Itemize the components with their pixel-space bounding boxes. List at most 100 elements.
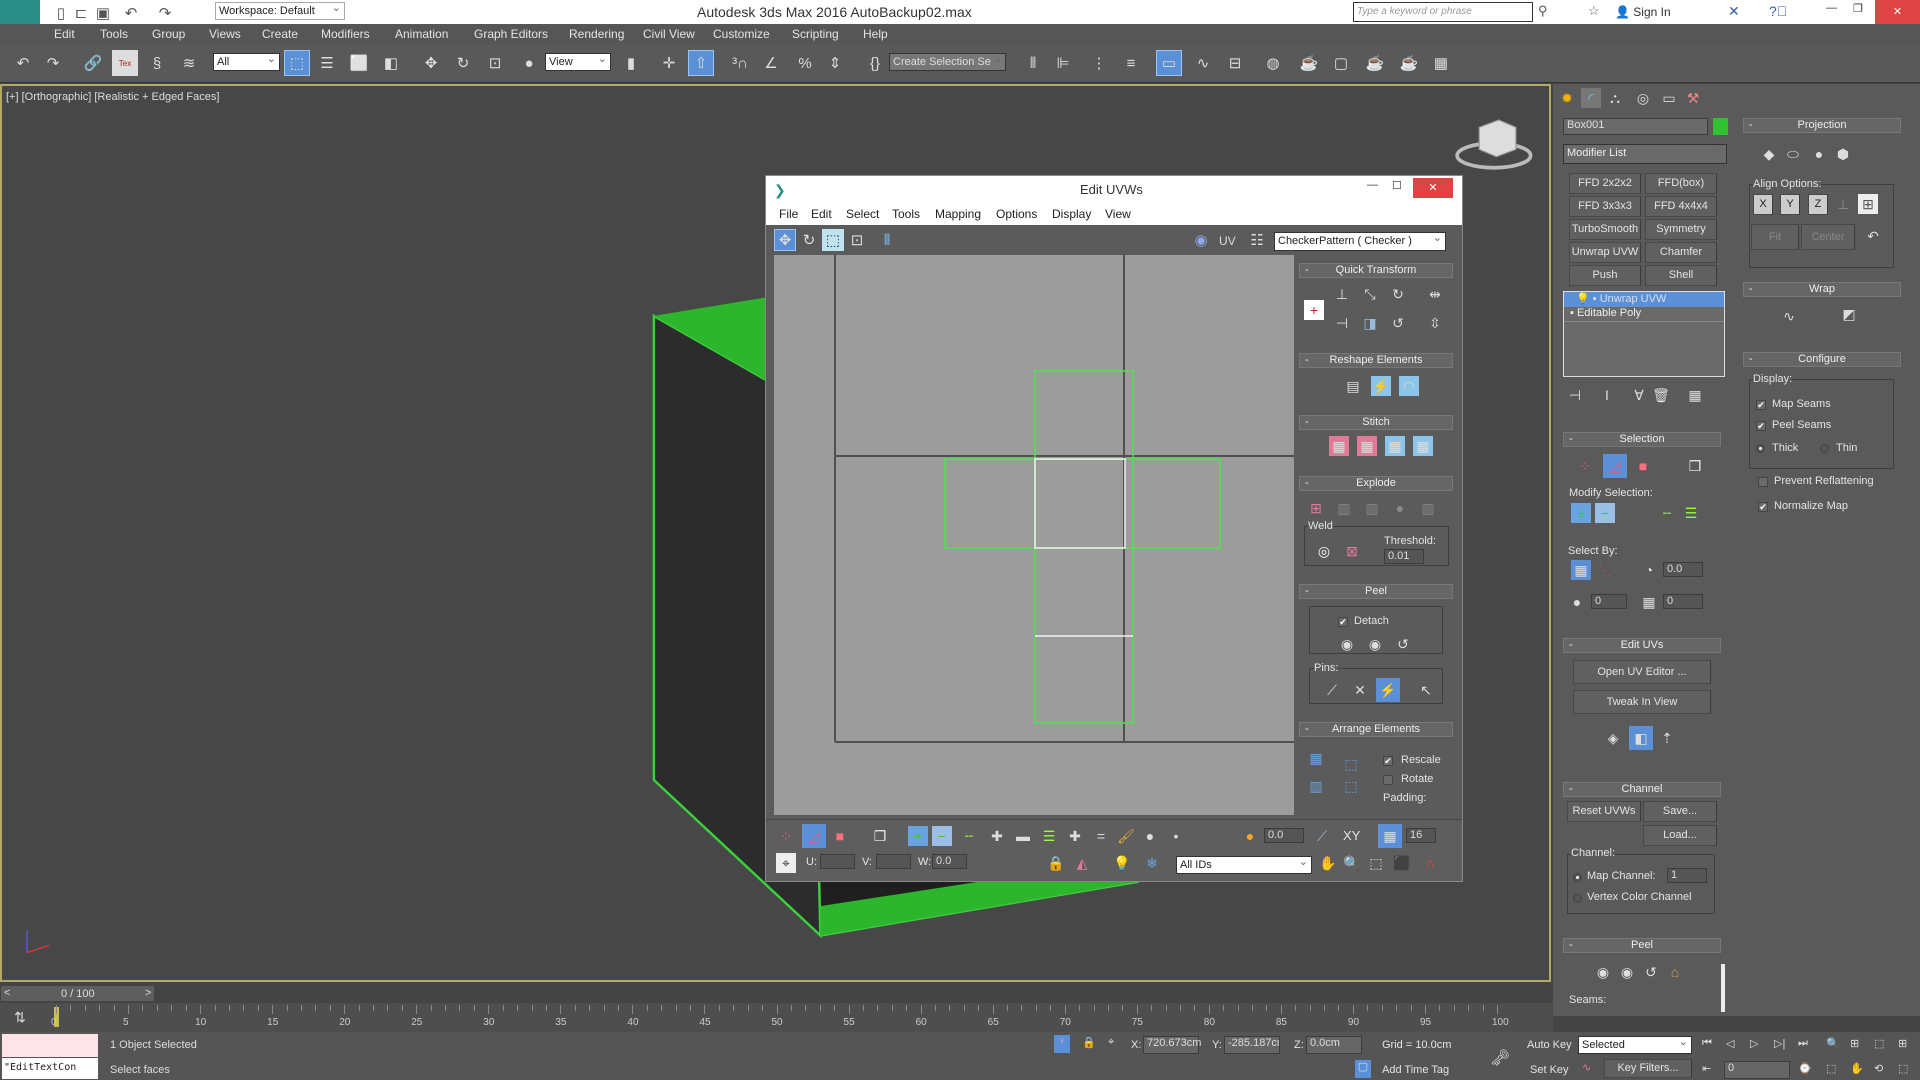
face-mode-icon[interactable]: ■ (1633, 456, 1653, 476)
zoom-extents-viewport-icon[interactable]: ⬚ (1874, 1037, 1884, 1050)
uv-ring-grow-icon[interactable]: ✚ (1065, 826, 1085, 846)
grow-selection-icon[interactable]: + (1571, 503, 1591, 523)
default-tangents-icon[interactable]: ∿ (1582, 1061, 1591, 1074)
peel-rollout-header[interactable]: Peel (1563, 938, 1721, 953)
object-name-field[interactable]: Box001 (1563, 118, 1708, 135)
show-map-icon[interactable]: ◉ (1190, 229, 1212, 251)
maxscript-listener-output[interactable] (2, 1034, 98, 1057)
texture-list-icon[interactable]: ☷ (1246, 229, 1268, 251)
space-vertical-icon[interactable]: ⇳ (1425, 313, 1445, 333)
uv-shell-horizontal-strip[interactable] (944, 458, 1221, 549)
uv-selected-face[interactable] (1034, 458, 1126, 549)
soft-selection-spinner[interactable]: 0.0 (1264, 828, 1304, 843)
previous-frame-icon[interactable]: ◁ (1726, 1037, 1734, 1050)
uv-menu-mapping[interactable]: Mapping (935, 207, 981, 221)
set-key-mode-icon[interactable]: 🗝 (1490, 1048, 1510, 1068)
reset-peel-icon[interactable]: ↺ (1641, 962, 1661, 982)
dlg-close-button[interactable]: ✕ (1413, 178, 1453, 198)
align-to-view-icon[interactable]: ⇡ (1657, 728, 1677, 748)
v-spinner[interactable] (876, 854, 911, 869)
planar-map-icon[interactable]: ◆ (1759, 144, 1779, 164)
unfold-strip-icon[interactable]: ◩ (1839, 304, 1859, 324)
orbit-icon[interactable]: ⟲ (1874, 1062, 1883, 1075)
absolute-mode-icon[interactable]: ⌖ (1108, 1036, 1114, 1049)
uv-rotate-icon[interactable]: ↻ (798, 229, 820, 251)
center-button[interactable]: Center (1801, 224, 1855, 250)
channel-rollout-header[interactable]: Channel (1563, 782, 1721, 797)
pack-recursive-icon[interactable]: ⬚ (1341, 776, 1361, 796)
pan-view-icon[interactable]: ✋ (1850, 1062, 1864, 1075)
push-button[interactable]: Push (1569, 265, 1641, 286)
align-x-button[interactable]: X (1753, 194, 1773, 215)
mini-curve-editor-icon[interactable]: ⇅ (10, 1007, 30, 1027)
material-id-spinner[interactable]: 0 (1663, 594, 1703, 609)
u-spinner[interactable] (820, 854, 855, 869)
make-unique-icon[interactable]: ∀ (1629, 385, 1649, 405)
uv-shrink-icon[interactable]: − (932, 826, 952, 846)
peel-mode-uv-icon[interactable]: ◉ (1365, 634, 1385, 654)
chamfer-button[interactable]: Chamfer (1645, 242, 1717, 263)
straighten-icon[interactable]: ◨ (1360, 313, 1380, 333)
thin-radio[interactable] (1820, 444, 1829, 453)
select-by-element-uv-icon[interactable]: ▦ (1571, 560, 1591, 580)
modify-tab-icon[interactable]: ◜ (1581, 88, 1601, 108)
uv-vertex-mode-icon[interactable]: ⁘ (776, 826, 796, 846)
unpin-icon[interactable]: ✕ (1350, 680, 1370, 700)
add-time-tag-label[interactable]: Add Time Tag (1382, 1064, 1449, 1076)
zoom-all-icon[interactable]: ⊞ (1850, 1037, 1859, 1050)
viewcube-icon[interactable] (1455, 119, 1533, 170)
brush-size-icon[interactable]: ● (1140, 826, 1160, 846)
symmetry-button[interactable]: Symmetry (1645, 219, 1717, 240)
remove-modifier-icon[interactable]: 🗑 (1651, 385, 1671, 405)
uv-edge-mode-icon[interactable]: ◿ (802, 824, 826, 848)
smoothing-group-spinner[interactable]: 0 (1591, 594, 1627, 609)
unwrap-uvw-button[interactable]: Unwrap UVW (1569, 242, 1641, 263)
edge-mode-icon[interactable]: ◿ (1603, 454, 1627, 478)
uv-freeform-icon[interactable]: ⊡ (846, 229, 868, 251)
detach-checkbox[interactable]: ✔ (1338, 617, 1348, 627)
threshold-spinner[interactable]: 0.01 (1384, 549, 1424, 564)
stitch-average-icon[interactable]: ▦ (1357, 436, 1377, 456)
spherical-map-icon[interactable]: ● (1809, 144, 1829, 164)
w-spinner[interactable]: 0.0 (932, 854, 967, 869)
rescale-checkbox[interactable]: ✔ (1383, 756, 1393, 766)
display-tab-icon[interactable]: ▭ (1659, 88, 1679, 108)
ignore-backfacing-icon[interactable]: ⋱ (1595, 560, 1615, 580)
motion-tab-icon[interactable]: ◎ (1633, 88, 1653, 108)
go-to-start-icon[interactable]: ⏮ (1702, 1037, 1712, 1050)
soft-selection-icon[interactable]: ● (1240, 826, 1260, 846)
weld-selected-icon[interactable]: ⊠ (1342, 541, 1362, 561)
align-z-button[interactable]: Z (1808, 194, 1828, 215)
paint-select-icon[interactable]: 🖌 (1116, 826, 1136, 846)
uv-face-mode-icon[interactable]: ■ (830, 826, 850, 846)
quick-transform-header[interactable]: Quick Transform (1299, 263, 1453, 278)
xy-axis-button[interactable]: XY (1343, 828, 1360, 843)
freeze-icon[interactable]: ❄ (1142, 853, 1162, 873)
uv-menu-select[interactable]: Select (846, 207, 879, 221)
best-align-icon[interactable]: ⟂ (1833, 194, 1853, 214)
x-coord-field[interactable]: 720.673cm (1143, 1036, 1201, 1054)
cylindrical-map-icon[interactable]: ⬭ (1783, 144, 1803, 164)
display-quick-planar-map-icon[interactable]: ◧ (1629, 726, 1653, 750)
break-icon[interactable]: ⊞ (1306, 498, 1326, 518)
edit-uvs-rollout-header[interactable]: Edit UVs (1563, 638, 1721, 653)
pack-custom-icon[interactable]: ▦ (1306, 748, 1326, 768)
uv-menu-edit[interactable]: Edit (811, 207, 832, 221)
load-uvs-button[interactable]: Load... (1643, 825, 1717, 846)
peel-seams-checkbox[interactable]: ✔ (1756, 421, 1766, 431)
shrink-selection-icon[interactable]: − (1595, 503, 1615, 523)
spline-map-icon[interactable]: ∿ (1779, 306, 1799, 326)
normalize-map-checkbox[interactable]: ✔ (1758, 502, 1768, 512)
y-coord-field[interactable]: -285.187cm (1224, 1036, 1280, 1054)
maxscript-listener-input[interactable]: "EditTextCon (2, 1058, 98, 1079)
map-channel-spinner[interactable]: 1 (1667, 868, 1707, 883)
maximize-viewport-icon[interactable]: ⬚ (1898, 1062, 1908, 1075)
box-map-icon[interactable]: ⬢ (1833, 144, 1853, 164)
planar-angle-spinner[interactable]: 0.0 (1663, 562, 1703, 577)
reshape-elements-header[interactable]: Reshape Elements (1299, 353, 1453, 368)
arrange-elements-header[interactable]: Arrange Elements (1299, 722, 1453, 737)
pack-together-icon[interactable]: ▥ (1306, 776, 1326, 796)
vertex-color-channel-radio[interactable] (1573, 894, 1582, 903)
z-coord-field[interactable]: 0.0cm (1306, 1036, 1362, 1054)
uv-space-dropdown[interactable]: UV (1219, 234, 1236, 248)
